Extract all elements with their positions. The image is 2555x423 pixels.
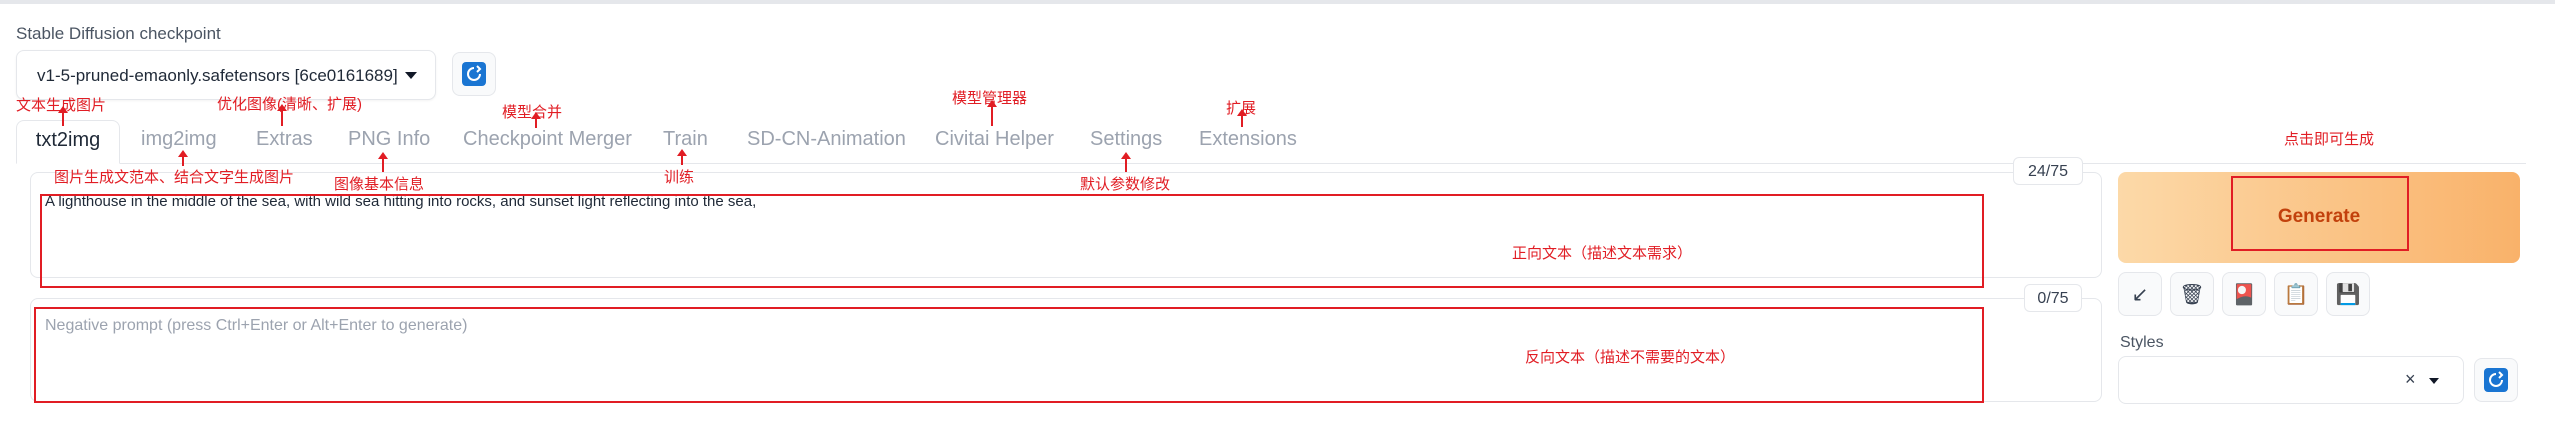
annotation-arrow xyxy=(277,104,287,126)
tab-settings[interactable]: Settings xyxy=(1090,128,1162,151)
annotation-img2img: 图片生成文范本、结合文字生成图片 xyxy=(54,169,295,186)
annotation-arrow xyxy=(378,152,388,172)
annotation-arrow xyxy=(677,149,687,165)
chevron-down-icon xyxy=(405,72,417,79)
clear-prompt-button[interactable]: 🗑 xyxy=(2170,272,2214,316)
refresh-checkpoint-button[interactable] xyxy=(452,52,496,96)
annotation-negative: 反向文本（描述不需要的文本） xyxy=(1525,349,1736,366)
save-icon: 💾 xyxy=(2335,283,2361,306)
tab-extras[interactable]: Extras xyxy=(256,128,313,151)
annotation-arrow xyxy=(1121,152,1131,172)
save-style-button[interactable]: 💾 xyxy=(2326,272,2370,316)
tabs-border xyxy=(16,163,2526,164)
tab-train[interactable]: Train xyxy=(663,128,708,151)
trash-icon: 🗑 xyxy=(2179,283,2205,306)
styles-label: Styles xyxy=(2120,334,2164,351)
apply-style-button[interactable]: 📋 xyxy=(2274,272,2318,316)
annotation-prompt: 正向文本（描述文本需求） xyxy=(1512,245,1693,262)
arrow-diagonal-icon: ↙ xyxy=(2131,283,2149,306)
generate-highlight-box xyxy=(2231,176,2409,251)
tab-civitai-helper[interactable]: Civitai Helper xyxy=(935,128,1054,151)
annotation-settings: 默认参数修改 xyxy=(1080,176,1171,193)
annotation-generate: 点击即可生成 xyxy=(2284,131,2375,148)
top-divider xyxy=(0,0,2555,4)
tab-extensions[interactable]: Extensions xyxy=(1199,128,1297,151)
prompt-token-counter: 24/75 xyxy=(2013,157,2083,185)
refresh-icon xyxy=(2484,368,2508,392)
prompt-highlight-box xyxy=(40,194,1984,288)
annotation-arrow xyxy=(987,100,997,126)
refresh-icon xyxy=(462,62,486,86)
tab-img2img[interactable]: img2img xyxy=(141,128,217,151)
tab-checkpoint-merger[interactable]: Checkpoint Merger xyxy=(463,128,632,151)
tab-sd-cn-animation[interactable]: SD-CN-Animation xyxy=(747,128,906,151)
checkpoint-label: Stable Diffusion checkpoint xyxy=(16,24,221,43)
annotation-extras: 优化图像(清晰、扩展) xyxy=(217,96,362,113)
red-card-icon: 🎴 xyxy=(2231,283,2257,306)
tab-txt2img[interactable]: txt2img xyxy=(16,120,120,164)
read-params-button[interactable]: ↙ xyxy=(2118,272,2162,316)
styles-dropdown[interactable]: × xyxy=(2118,356,2464,404)
tab-png-info[interactable]: PNG Info xyxy=(348,128,430,151)
clipboard-icon: 📋 xyxy=(2283,283,2309,306)
annotation-arrow xyxy=(178,150,188,166)
clear-icon[interactable]: × xyxy=(2405,369,2416,390)
annotation-arrow xyxy=(58,106,68,126)
checkpoint-value: v1-5-pruned-emaonly.safetensors [6ce0161… xyxy=(37,66,398,85)
negative-token-counter: 0/75 xyxy=(2024,284,2082,312)
annotation-png-info: 图像基本信息 xyxy=(334,176,425,193)
annotation-train: 训练 xyxy=(664,169,695,186)
annotation-arrow xyxy=(1237,109,1247,127)
annotation-arrow xyxy=(531,112,541,128)
chevron-down-icon xyxy=(2429,378,2439,384)
extra-networks-button[interactable]: 🎴 xyxy=(2222,272,2266,316)
refresh-styles-button[interactable] xyxy=(2474,358,2518,402)
